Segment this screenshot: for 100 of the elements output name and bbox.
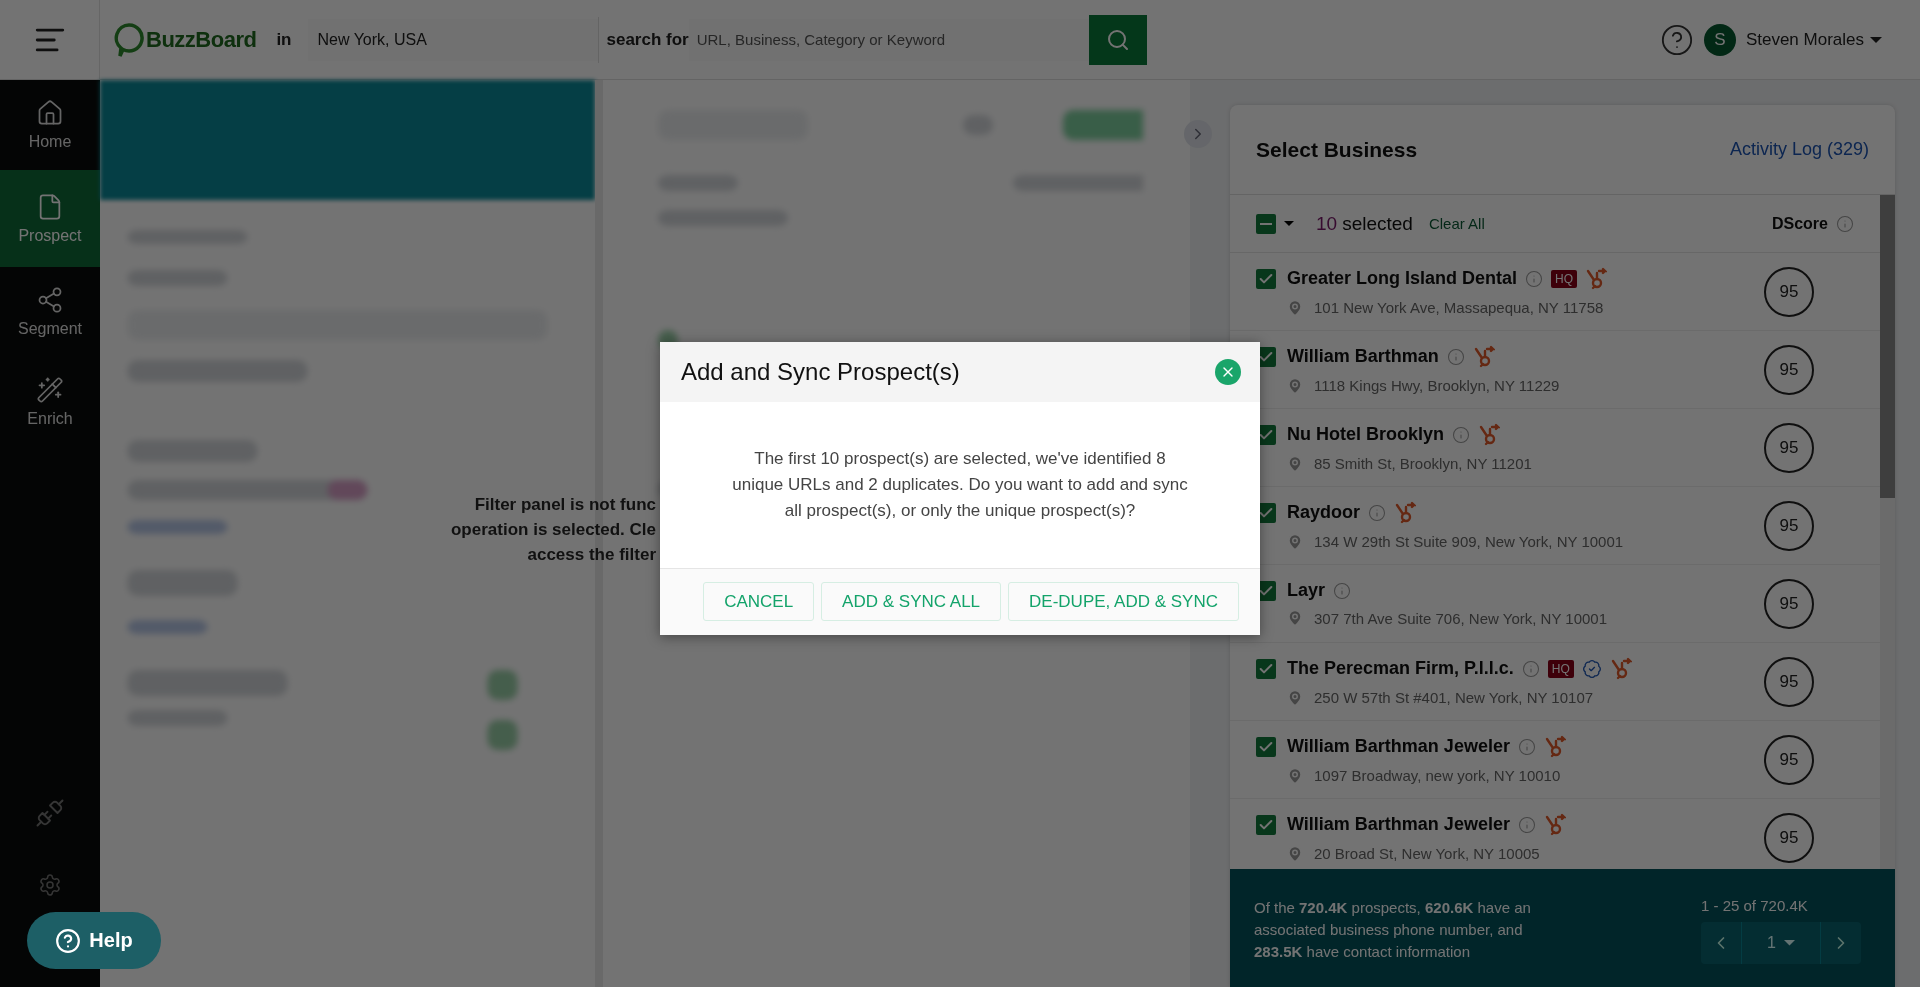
map-pin-icon <box>1286 688 1304 707</box>
row-checkbox[interactable] <box>1256 736 1276 757</box>
prospect-summary: Of the 720.4K prospects, 620.6K have an associated business phone number, and 283.5K have contact information <box>1254 898 1532 962</box>
info-icon[interactable] <box>1452 425 1470 444</box>
dscore-badge: 95 <box>1764 656 1814 707</box>
speech-bubble-logo-icon <box>114 22 144 57</box>
business-address: 250 W 57th St #401, New York, NY 10107 <box>1314 689 1594 706</box>
filter-notice-text: Filter panel is not func <box>474 494 656 516</box>
sprocket-icon <box>1543 812 1566 837</box>
dscore-badge: 95 <box>1764 266 1814 317</box>
info-icon[interactable] <box>1333 581 1352 600</box>
user-avatar: S <box>1703 23 1736 56</box>
search-button[interactable] <box>1088 14 1147 65</box>
select-all-checkbox[interactable] <box>1256 213 1276 234</box>
dialog-message: The first 10 prospect(s) are selected, we've identified 8 unique URLs and 2 duplicates. Do you want to add and sync all prospect(s), or only the unique prospect(s)? <box>731 448 1189 522</box>
map-pin-icon <box>1286 532 1304 551</box>
plug-icon[interactable] <box>35 798 65 828</box>
dscore-badge: 95 <box>1764 500 1814 551</box>
help-icon <box>55 927 82 954</box>
dscore-badge: 95 <box>1764 812 1814 863</box>
dscore-badge: 95 <box>1764 422 1814 473</box>
list-row[interactable]: William Barthman Jeweler 1097 Broadway, new york, NY 10010 95 <box>1230 721 1880 799</box>
info-icon[interactable] <box>1517 815 1536 834</box>
search-icon <box>1105 27 1130 52</box>
sprocket-icon <box>1609 656 1632 681</box>
filter-notice-text: operation is selected. Cle <box>451 519 656 541</box>
business-name[interactable]: Raydoor <box>1287 502 1360 523</box>
scrollbar-track[interactable] <box>1880 195 1895 869</box>
business-name[interactable]: William Barthman Jeweler <box>1287 814 1510 835</box>
row-checkbox[interactable] <box>1256 814 1276 835</box>
dialog-title: Add and Sync Prospect(s) <box>681 358 960 386</box>
caret-icon <box>1783 940 1795 946</box>
help-button[interactable]: Help <box>27 912 161 969</box>
close-button[interactable] <box>1215 359 1241 385</box>
info-icon[interactable] <box>1521 659 1540 678</box>
map-pin-icon <box>1286 376 1304 395</box>
minus-icon <box>1260 222 1272 225</box>
dscore-label: DScore <box>1771 214 1828 233</box>
dscore-badge: 95 <box>1764 734 1814 785</box>
business-name[interactable]: William Barthman <box>1287 346 1439 367</box>
map-pin-icon <box>1286 844 1304 863</box>
sidebar-item[interactable]: Prospect <box>0 170 100 267</box>
panel-title: Select Business <box>1256 137 1418 162</box>
hq-badge: HQ <box>1551 269 1578 288</box>
info-icon[interactable] <box>1446 347 1465 366</box>
page-range: 1 - 25 of 720.4K <box>1701 897 1809 914</box>
caret-icon <box>1284 221 1294 226</box>
sidebar-item[interactable]: Home <box>0 80 100 170</box>
sidebar-item[interactable]: Segment <box>0 267 100 357</box>
scrollbar-thumb[interactable] <box>1880 195 1895 499</box>
info-icon[interactable] <box>1517 737 1536 756</box>
business-name[interactable]: The Perecman Firm, P.l.l.c. <box>1287 658 1514 679</box>
map-pin-icon <box>1286 766 1304 785</box>
business-address: 1097 Broadway, new york, NY 10010 <box>1314 767 1561 784</box>
dscore-badge: 95 <box>1764 578 1814 629</box>
business-address: 1118 Kings Hwy, Brooklyn, NY 11229 <box>1314 377 1560 394</box>
hq-badge: HQ <box>1547 659 1574 678</box>
sprocket-icon <box>1472 344 1495 369</box>
activity-log-link[interactable]: Activity Log (329) <box>1729 139 1869 160</box>
clear-all-link[interactable]: Clear All <box>1428 215 1485 232</box>
filter-notice-text: access the filter <box>527 544 656 566</box>
list-row[interactable]: The Perecman Firm, P.l.l.c. HQ 250 W 57th St #401, New York, NY 10107 95 <box>1230 643 1880 721</box>
business-name[interactable]: Greater Long Island Dental <box>1287 268 1518 289</box>
sprocket-icon <box>1585 266 1608 291</box>
dialog-button[interactable]: DE-DUPE, ADD & SYNC <box>1008 582 1239 621</box>
caret-icon <box>1870 36 1882 43</box>
dialog-button[interactable]: CANCEL <box>703 582 815 621</box>
business-name[interactable]: Nu Hotel Brooklyn <box>1287 424 1444 445</box>
business-address: 20 Broad St, New York, NY 10005 <box>1314 845 1540 862</box>
map-pin-icon <box>1286 298 1304 317</box>
selected-count: 10 <box>1316 212 1338 235</box>
map-pin-icon <box>1286 609 1304 627</box>
expand-button[interactable] <box>1184 120 1212 148</box>
business-address: 85 Smith St, Brooklyn, NY 11201 <box>1314 455 1532 472</box>
business-name[interactable]: Layr <box>1287 580 1326 601</box>
info-icon[interactable] <box>1836 214 1854 233</box>
share-icon <box>36 286 64 314</box>
sprocket-icon <box>1478 422 1500 447</box>
list-row[interactable]: Greater Long Island Dental HQ 101 New York Ave, Massapequa, NY 11758 95 <box>1230 253 1880 331</box>
map-pin-icon <box>1286 454 1304 473</box>
row-checkbox[interactable] <box>1256 658 1276 679</box>
info-icon[interactable] <box>1525 269 1544 288</box>
business-address: 134 W 29th St Suite 909, New York, NY 10001 <box>1314 533 1624 550</box>
home-icon <box>36 99 64 127</box>
dscore-badge: 95 <box>1764 344 1814 395</box>
magic-wand-icon <box>36 376 64 404</box>
help-icon[interactable] <box>1659 22 1694 57</box>
row-checkbox[interactable] <box>1256 268 1276 289</box>
sidebar-item[interactable]: Enrich <box>0 357 100 447</box>
business-name[interactable]: William Barthman Jeweler <box>1287 736 1510 757</box>
business-address: 307 7th Ave Suite 706, New York, NY 10001 <box>1314 609 1607 627</box>
dialog-button[interactable]: ADD & SYNC ALL <box>821 582 1002 621</box>
selected-label: selected <box>1342 212 1413 235</box>
settings-icon[interactable] <box>38 873 62 897</box>
user-menu[interactable]: Steven Morales <box>1745 29 1882 50</box>
search-label: search for <box>606 29 689 50</box>
info-icon[interactable] <box>1368 503 1386 522</box>
business-address: 101 New York Ave, Massapequa, NY 11758 <box>1314 299 1604 316</box>
brand-name: BuzzBoard <box>146 26 257 53</box>
sprocket-icon <box>1543 734 1566 759</box>
